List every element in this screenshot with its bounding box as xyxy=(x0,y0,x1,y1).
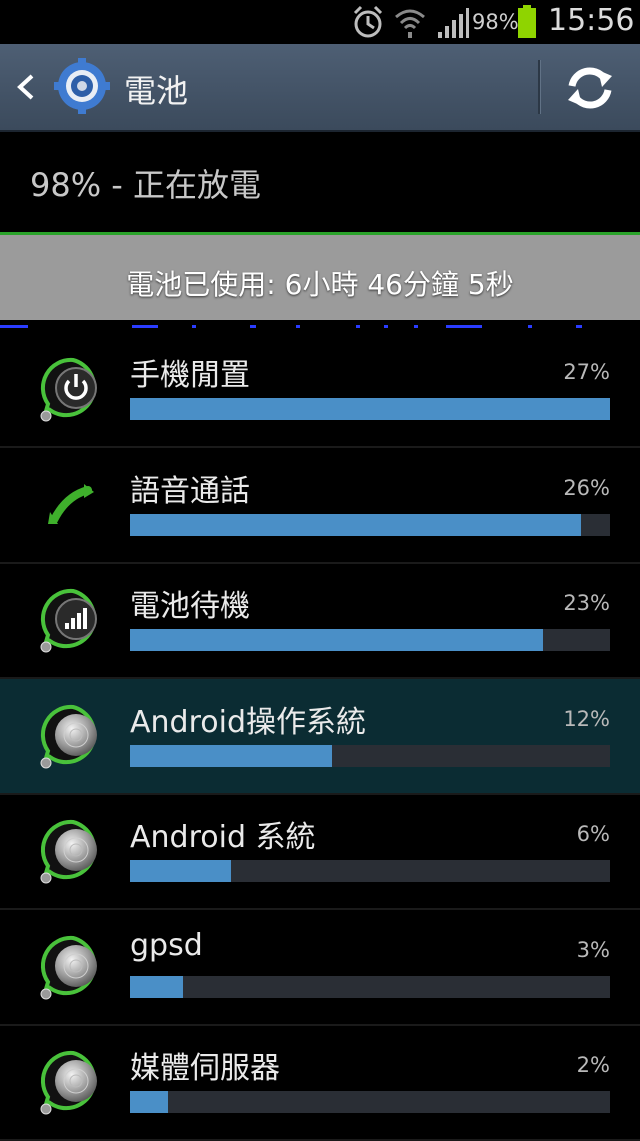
action-bar: 電池 xyxy=(0,44,640,132)
usage-list-item[interactable]: Android 系統 6% xyxy=(0,794,640,910)
usage-item-percent: 23% xyxy=(563,591,610,615)
usage-bar-track xyxy=(130,629,610,651)
usage-list-item[interactable]: 媒體伺服器 2% xyxy=(0,1025,640,1141)
usage-time-text: 電池已使用: 6小時 46分鐘 5秒 xyxy=(126,268,514,301)
refresh-icon[interactable] xyxy=(558,60,622,116)
battery-status-line: 98% - 正在放電 xyxy=(30,166,262,204)
back-icon[interactable] xyxy=(6,66,46,108)
usage-item-label: 手機閒置 xyxy=(130,358,250,393)
usage-item-label: 電池待機 xyxy=(130,589,250,624)
usage-bar-fill xyxy=(130,398,610,420)
usage-item-label: Android 系統 xyxy=(130,820,316,855)
usage-bar-fill xyxy=(130,860,231,882)
usage-list-item[interactable]: 電池待機 23% xyxy=(0,563,640,679)
signal-icon xyxy=(438,8,469,38)
usage-bar-track xyxy=(130,398,610,420)
battery-history-graph xyxy=(0,320,640,332)
usage-item-percent: 27% xyxy=(563,360,610,384)
battery-icon xyxy=(518,5,536,38)
usage-item-label: 媒體伺服器 xyxy=(130,1051,280,1086)
battery-percent: 98% xyxy=(472,10,519,34)
cell-signal-icon xyxy=(40,588,97,653)
gpsd-icon xyxy=(40,935,97,999)
android-os-icon xyxy=(40,704,97,768)
power-icon xyxy=(40,357,97,422)
usage-list-item[interactable]: gpsd 3% xyxy=(0,910,640,1026)
usage-item-label: 語音通話 xyxy=(130,473,250,509)
media-server-icon xyxy=(40,1050,97,1115)
status-bar: 98% 15:56 xyxy=(0,0,640,44)
usage-bar-fill xyxy=(130,629,543,651)
usage-list-item[interactable]: 手機閒置 27% xyxy=(0,332,640,448)
usage-list-item[interactable]: 語音通話 26% xyxy=(0,448,640,564)
usage-bar-track xyxy=(130,744,610,767)
usage-bar-track xyxy=(130,513,610,536)
battery-usage-summary[interactable]: 電池已使用: 6小時 46分鐘 5秒 xyxy=(0,232,640,323)
settings-gear-icon[interactable] xyxy=(52,56,112,116)
wifi-icon xyxy=(395,9,425,38)
clock: 15:56 xyxy=(548,3,635,38)
usage-item-percent: 3% xyxy=(576,937,610,962)
usage-bar-track xyxy=(130,860,610,882)
usage-item-label: gpsd xyxy=(130,927,203,963)
action-bar-divider xyxy=(538,60,541,114)
usage-item-percent: 26% xyxy=(563,475,610,500)
page-title: 電池 xyxy=(124,72,189,110)
usage-bar-track xyxy=(130,1091,610,1113)
usage-item-label: Android操作系統 xyxy=(130,704,366,740)
android-system-icon xyxy=(40,819,97,884)
usage-bar-fill xyxy=(130,744,332,767)
usage-bar-track xyxy=(130,975,610,998)
alarm-icon xyxy=(353,5,383,38)
usage-bar-fill xyxy=(130,975,183,998)
usage-bar-fill xyxy=(130,1091,169,1113)
usage-item-percent: 6% xyxy=(576,822,610,846)
phone-call-icon xyxy=(48,483,94,524)
usage-item-percent: 12% xyxy=(563,706,610,731)
usage-list-item[interactable]: Android操作系統 12% xyxy=(0,678,640,795)
usage-item-percent: 2% xyxy=(576,1053,610,1077)
usage-bar-fill xyxy=(130,513,582,536)
